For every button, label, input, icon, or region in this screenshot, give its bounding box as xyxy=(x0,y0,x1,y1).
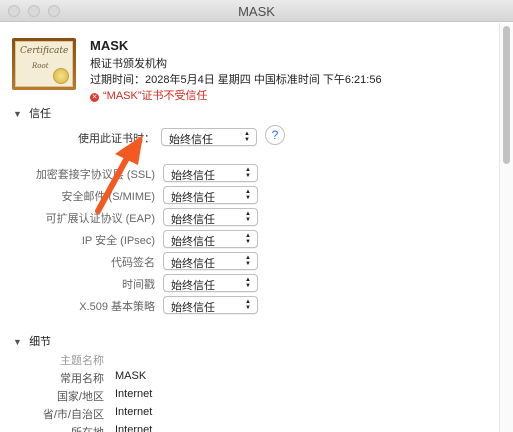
detail-row: 所在地 Internet xyxy=(71,424,153,432)
certificate-type: 根证书颁发机构 xyxy=(90,58,167,70)
trust-main-row: 使用此证书时： 始终信任 ▲ ▼ xyxy=(0,127,499,147)
trust-code-signing-popup[interactable]: 始终信任 ▲ ▼ xyxy=(163,252,258,270)
updown-arrows-icon: ▲ ▼ xyxy=(245,211,251,223)
help-button[interactable]: ? xyxy=(265,125,285,145)
trust-smime-popup[interactable]: 始终信任 ▲ ▼ xyxy=(163,186,258,204)
trust-row: 可扩展认证协议 (EAP) 始终信任 ▲ ▼ xyxy=(0,207,499,227)
updown-arrows-icon: ▲ ▼ xyxy=(245,277,251,289)
certificate-pane: Certificate Root MASK 根证书颁发机构 过期时间：2028年… xyxy=(0,23,499,432)
details-section-header[interactable]: ▼ 细节 xyxy=(13,333,51,349)
title-bar: MASK xyxy=(0,0,513,22)
updown-arrows-icon: ▲ ▼ xyxy=(245,233,251,245)
disclosure-open-icon[interactable]: ▼ xyxy=(13,109,26,119)
updown-arrows-icon: ▲ ▼ xyxy=(245,167,251,179)
updown-arrows-icon: ▲ ▼ xyxy=(245,299,251,311)
updown-arrows-icon: ▲ ▼ xyxy=(244,131,250,143)
detail-row: 国家/地区 Internet xyxy=(56,388,153,403)
scrollbar-thumb[interactable] xyxy=(503,26,510,164)
trust-main-popup[interactable]: 始终信任 ▲ ▼ xyxy=(161,128,257,146)
trust-ssl-popup[interactable]: 始终信任 ▲ ▼ xyxy=(163,164,258,182)
trust-ipsec-popup[interactable]: 始终信任 ▲ ▼ xyxy=(163,230,258,248)
error-icon: ✕ xyxy=(90,93,99,102)
subject-name-header: 主题名称 xyxy=(60,355,104,367)
trust-main-label: 使用此证书时： xyxy=(78,133,155,145)
trust-row: 时间戳 始终信任 ▲ ▼ xyxy=(0,273,499,293)
trust-row: 代码签名 始终信任 ▲ ▼ xyxy=(0,251,499,271)
trust-row: IP 安全 (IPsec) 始终信任 ▲ ▼ xyxy=(0,229,499,249)
trust-section-header[interactable]: ▼ 信任 xyxy=(13,105,51,121)
trust-eap-popup[interactable]: 始终信任 ▲ ▼ xyxy=(163,208,258,226)
window-title: MASK xyxy=(238,4,275,19)
trust-row: 加密套接字协议层 (SSL) 始终信任 ▲ ▼ xyxy=(0,163,499,183)
certificate-expiration: 过期时间：2028年5月4日 星期四 中国标准时间 下午6:21:56 xyxy=(90,74,382,86)
seal-icon xyxy=(53,68,69,84)
trust-row: 安全邮件 (S/MIME) 始终信任 ▲ ▼ xyxy=(0,185,499,205)
certificate-icon: Certificate Root xyxy=(12,38,76,90)
trust-row: X.509 基本策略 始终信任 ▲ ▼ xyxy=(0,295,499,315)
trust-x509-popup[interactable]: 始终信任 ▲ ▼ xyxy=(163,296,258,314)
detail-row: 常用名称 MASK xyxy=(60,370,147,385)
certificate-warning-text: “MASK”证书不受信任 xyxy=(103,90,208,102)
disclosure-open-icon[interactable]: ▼ xyxy=(13,337,26,347)
certificate-warning: ✕ “MASK”证书不受信任 xyxy=(90,87,208,103)
detail-row: 省/市/自治区 Internet xyxy=(42,406,153,421)
updown-arrows-icon: ▲ ▼ xyxy=(245,255,251,267)
certificate-name: MASK xyxy=(90,38,129,53)
vertical-scrollbar[interactable] xyxy=(499,23,513,432)
trust-timestamp-popup[interactable]: 始终信任 ▲ ▼ xyxy=(163,274,258,292)
updown-arrows-icon: ▲ ▼ xyxy=(245,189,251,201)
